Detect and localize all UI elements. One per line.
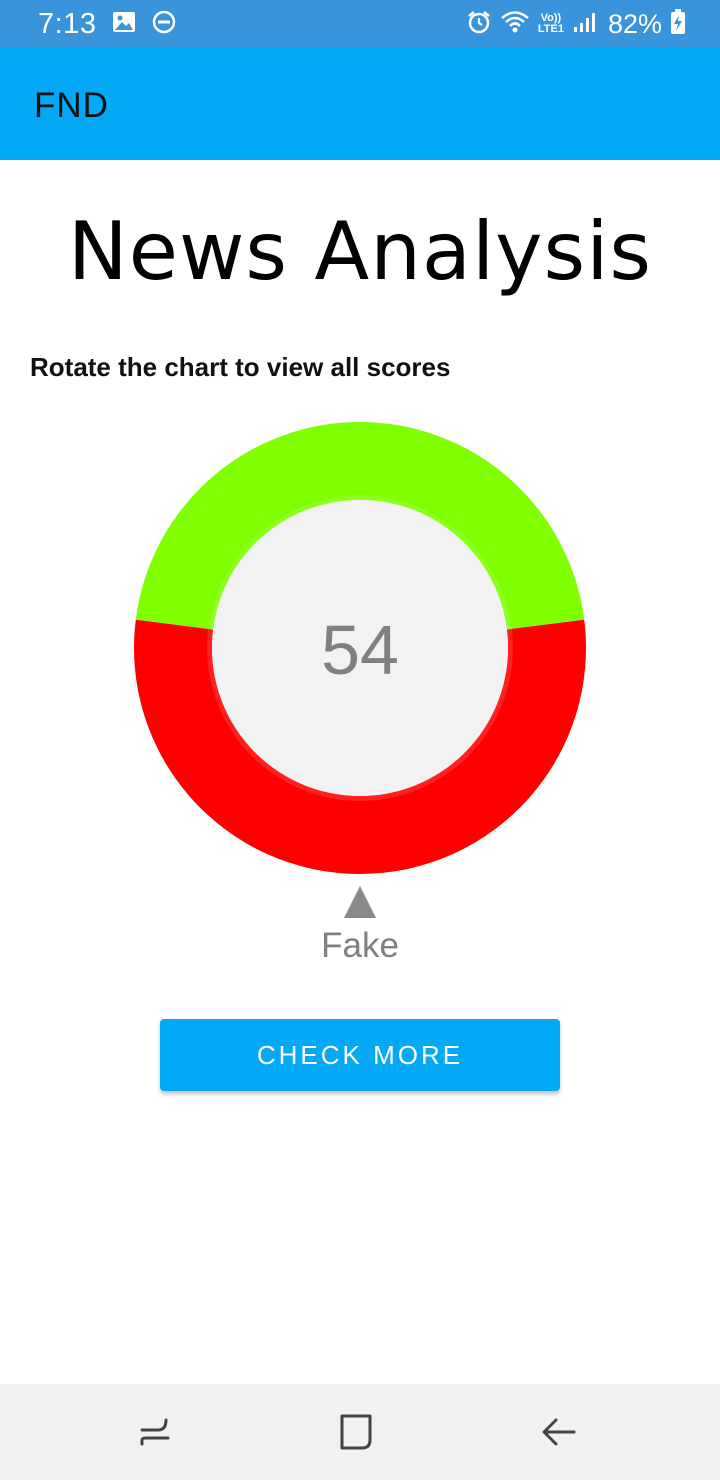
nav-bar bbox=[0, 1384, 720, 1480]
back-arrow-icon bbox=[542, 1418, 576, 1446]
signal-icon bbox=[572, 10, 596, 39]
status-right: Vo)) LTE1 82% bbox=[466, 0, 686, 48]
home-icon bbox=[340, 1414, 372, 1450]
recent-apps-button[interactable] bbox=[134, 1410, 178, 1454]
app-title: FND bbox=[34, 86, 109, 125]
pointer-triangle-icon bbox=[344, 886, 376, 918]
wifi-icon bbox=[500, 10, 530, 39]
recent-apps-icon bbox=[140, 1418, 170, 1446]
app-bar: FND bbox=[0, 48, 720, 160]
score-value: 54 bbox=[321, 611, 399, 689]
check-more-button[interactable]: CHECK MORE bbox=[160, 1019, 560, 1091]
battery-charging-icon bbox=[670, 8, 686, 40]
dnd-icon bbox=[152, 10, 176, 39]
page-heading: News Analysis bbox=[67, 205, 653, 298]
rotate-hint: Rotate the chart to view all scores bbox=[30, 352, 451, 382]
alarm-icon bbox=[466, 9, 492, 40]
lte-text: LTE1 bbox=[537, 23, 564, 35]
gallery-icon bbox=[112, 11, 136, 38]
battery-percent: 82% bbox=[607, 8, 662, 39]
volte-lte-icon: Vo)) LTE1 bbox=[538, 13, 564, 35]
back-button[interactable] bbox=[538, 1410, 582, 1454]
status-bar: 7:13 Vo)) LTE1 82% bbox=[0, 0, 720, 48]
status-time: 7:13 bbox=[38, 7, 97, 40]
status-left: 7:13 bbox=[38, 0, 176, 48]
pointer-label: Fake bbox=[321, 926, 399, 965]
home-button[interactable] bbox=[336, 1410, 380, 1454]
